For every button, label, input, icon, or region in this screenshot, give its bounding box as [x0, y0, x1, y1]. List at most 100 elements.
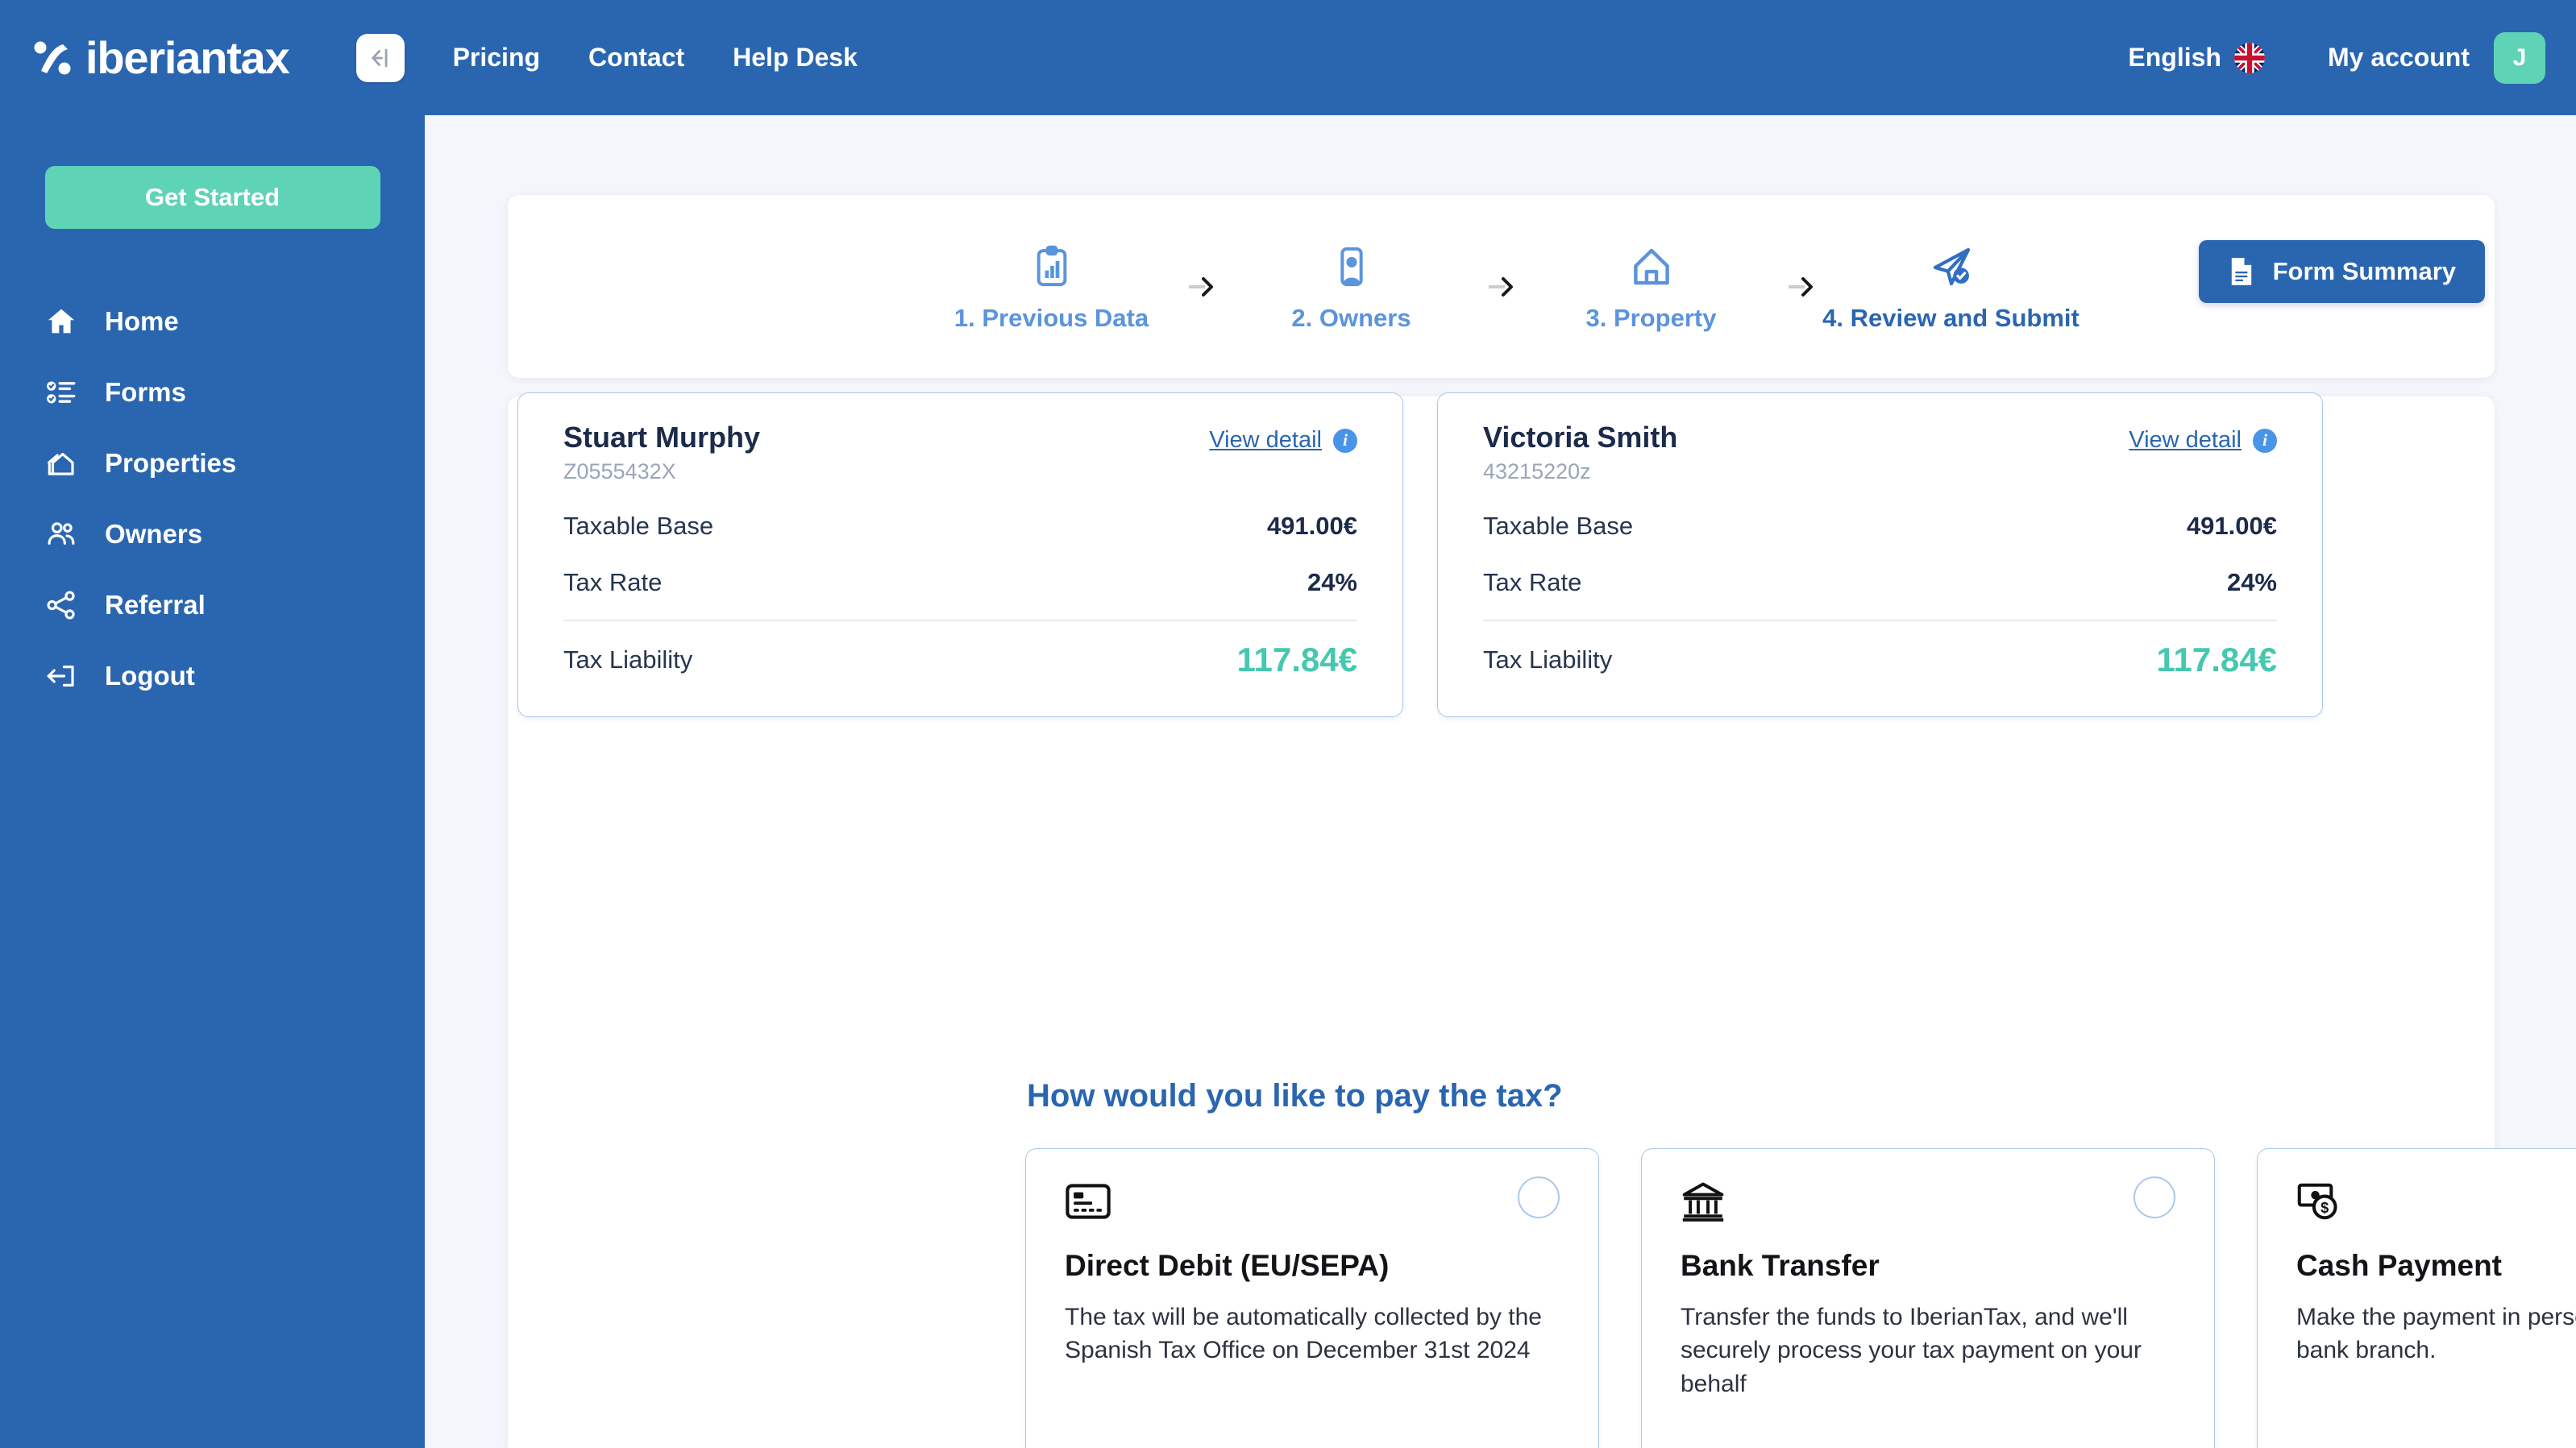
main-content: 1. Previous Data 2. Owners 3. Property 4…: [425, 115, 2576, 1448]
cash-money-icon: $: [2296, 1176, 2346, 1226]
nav-link-help-desk[interactable]: Help Desk: [733, 43, 858, 73]
home-icon: [42, 302, 81, 341]
payment-option-cash-payment[interactable]: $ Cash Payment Make the payment in perso…: [2257, 1148, 2576, 1448]
credit-card-icon: [1065, 1176, 1115, 1226]
view-detail-link[interactable]: View detail i: [2129, 427, 2277, 454]
total-value: 117.84€: [1236, 640, 1357, 678]
total-value: 117.84€: [2156, 640, 2277, 678]
get-started-button[interactable]: Get Started: [44, 166, 380, 229]
row-label: Tax Rate: [563, 568, 663, 596]
paper-plane-check-icon: [1927, 241, 1976, 289]
owner-nif: Z0555432X: [563, 459, 676, 483]
payment-option-name: Cash Payment: [2296, 1249, 2502, 1282]
owner-nif: 43215220z: [1483, 459, 1591, 483]
step-previous-data[interactable]: 1. Previous Data: [931, 241, 1173, 333]
total-label: Tax Liability: [563, 645, 693, 674]
form-summary-button[interactable]: Form Summary: [2198, 240, 2485, 303]
row-value: 24%: [1307, 568, 1357, 596]
owner-row-tax-liability: Tax Liability 117.84€: [563, 641, 1357, 679]
payment-option-description: Transfer the funds to IberianTax, and we…: [1681, 1304, 2142, 1397]
my-account-link[interactable]: My account: [2328, 43, 2470, 73]
step-label: 4. Review and Submit: [1822, 303, 2079, 332]
payment-option-bank-transfer[interactable]: Bank Transfer Transfer the funds to Iber…: [1641, 1148, 2215, 1448]
sidebar-item-label: Owners: [105, 519, 203, 549]
payment-option-radio[interactable]: [2134, 1176, 2175, 1218]
view-detail-label: View detail: [2129, 427, 2242, 453]
row-value: 491.00€: [1266, 512, 1357, 540]
step-owners[interactable]: 2. Owners: [1231, 241, 1473, 333]
nav-link-contact[interactable]: Contact: [588, 43, 684, 73]
percent-dots-logo-icon: [34, 41, 71, 74]
row-label: Tax Rate: [1483, 568, 1582, 596]
step-label: 3. Property: [1585, 303, 1717, 332]
arrow-right-icon: [1173, 274, 1231, 300]
collapse-sidebar-button[interactable]: [355, 33, 405, 82]
progress-stepper: 1. Previous Data 2. Owners 3. Property 4…: [508, 195, 2495, 378]
brand-logo[interactable]: iberiantax: [31, 35, 290, 81]
svg-text:$: $: [2320, 1200, 2329, 1216]
owner-card: Victoria Smith 43215220z View detail i T…: [1437, 392, 2323, 717]
sidebar-item-label: Properties: [105, 448, 237, 478]
avatar[interactable]: J: [2494, 31, 2545, 84]
step-property[interactable]: 3. Property: [1531, 241, 1772, 333]
sidebar-item-home[interactable]: Home: [0, 286, 425, 357]
payment-option-name: Bank Transfer: [1681, 1249, 1880, 1282]
referral-share-icon: [42, 586, 81, 624]
clipboard-chart-icon: [1029, 241, 1074, 289]
top-nav-links: Pricing Contact Help Desk: [453, 43, 858, 73]
owner-row-tax-rate: Tax Rate 24%: [1483, 568, 2277, 597]
payment-option-header: $: [2296, 1176, 2576, 1226]
step-label: 2. Owners: [1291, 303, 1411, 332]
sidebar-item-referral[interactable]: Referral: [0, 570, 425, 641]
step-review-and-submit[interactable]: 4. Review and Submit: [1822, 241, 2079, 333]
owner-identity: Victoria Smith 43215220z: [1483, 421, 1677, 484]
step-label: 1. Previous Data: [954, 303, 1149, 332]
owner-row-tax-rate: Tax Rate 24%: [563, 568, 1357, 597]
payment-option-radio[interactable]: [1518, 1176, 1560, 1218]
sidebar: Get Started Home Forms Properties Owners…: [0, 115, 425, 1448]
payment-option-name: Direct Debit (EU/SEPA): [1065, 1249, 1390, 1282]
uk-flag-icon: [2233, 42, 2265, 73]
id-card-person-icon: [1329, 241, 1374, 289]
house-outline-icon: [1627, 241, 1676, 289]
owners-people-icon: [42, 515, 81, 554]
owner-summary-cards: Stuart Murphy Z0555432X View detail i Ta…: [517, 392, 2323, 717]
owner-identity: Stuart Murphy Z0555432X: [563, 421, 760, 484]
info-icon[interactable]: i: [1333, 428, 1357, 453]
owner-row-taxable-base: Taxable Base 491.00€: [1483, 512, 2277, 541]
row-label: Taxable Base: [1483, 512, 1634, 540]
payment-question: How would you like to pay the tax?: [1027, 1078, 1563, 1114]
sidebar-item-forms[interactable]: Forms: [0, 357, 425, 428]
language-selector[interactable]: English: [2128, 42, 2265, 73]
divider: [563, 620, 1357, 621]
owner-name: Stuart Murphy: [563, 421, 761, 454]
payment-option-description: Make the payment in person at your Spani…: [2296, 1304, 2576, 1364]
document-icon: [2228, 256, 2255, 287]
logout-icon: [42, 657, 81, 695]
payment-option-header: [1681, 1176, 2175, 1226]
view-detail-label: View detail: [1209, 427, 1322, 453]
divider: [1483, 620, 2277, 621]
language-label: English: [2128, 43, 2221, 72]
payment-option-direct-debit[interactable]: Direct Debit (EU/SEPA) The tax will be a…: [1025, 1148, 1599, 1448]
form-summary-label: Form Summary: [2272, 257, 2456, 285]
sidebar-item-owners[interactable]: Owners: [0, 499, 425, 570]
owner-card: Stuart Murphy Z0555432X View detail i Ta…: [517, 392, 1403, 717]
owner-row-taxable-base: Taxable Base 491.00€: [563, 512, 1357, 541]
top-right-cluster: English My account J: [2128, 31, 2545, 84]
sidebar-item-properties[interactable]: Properties: [0, 428, 425, 499]
payment-options: Direct Debit (EU/SEPA) The tax will be a…: [1025, 1148, 2576, 1448]
info-icon[interactable]: i: [2253, 428, 2277, 453]
sidebar-nav: Home Forms Properties Owners Referral Lo…: [0, 286, 425, 712]
sidebar-item-label: Referral: [105, 590, 206, 620]
sidebar-item-logout[interactable]: Logout: [0, 641, 425, 712]
owner-card-header: Stuart Murphy Z0555432X View detail i: [563, 421, 1357, 484]
view-detail-link[interactable]: View detail i: [1209, 427, 1357, 454]
collapse-sidebar-icon: [371, 48, 388, 67]
nav-link-pricing[interactable]: Pricing: [453, 43, 540, 73]
row-value: 491.00€: [2186, 512, 2277, 540]
arrow-right-icon: [1473, 274, 1531, 300]
owner-card-header: Victoria Smith 43215220z View detail i: [1483, 421, 2277, 484]
sidebar-item-label: Forms: [105, 377, 186, 407]
properties-house-icon: [42, 444, 81, 483]
